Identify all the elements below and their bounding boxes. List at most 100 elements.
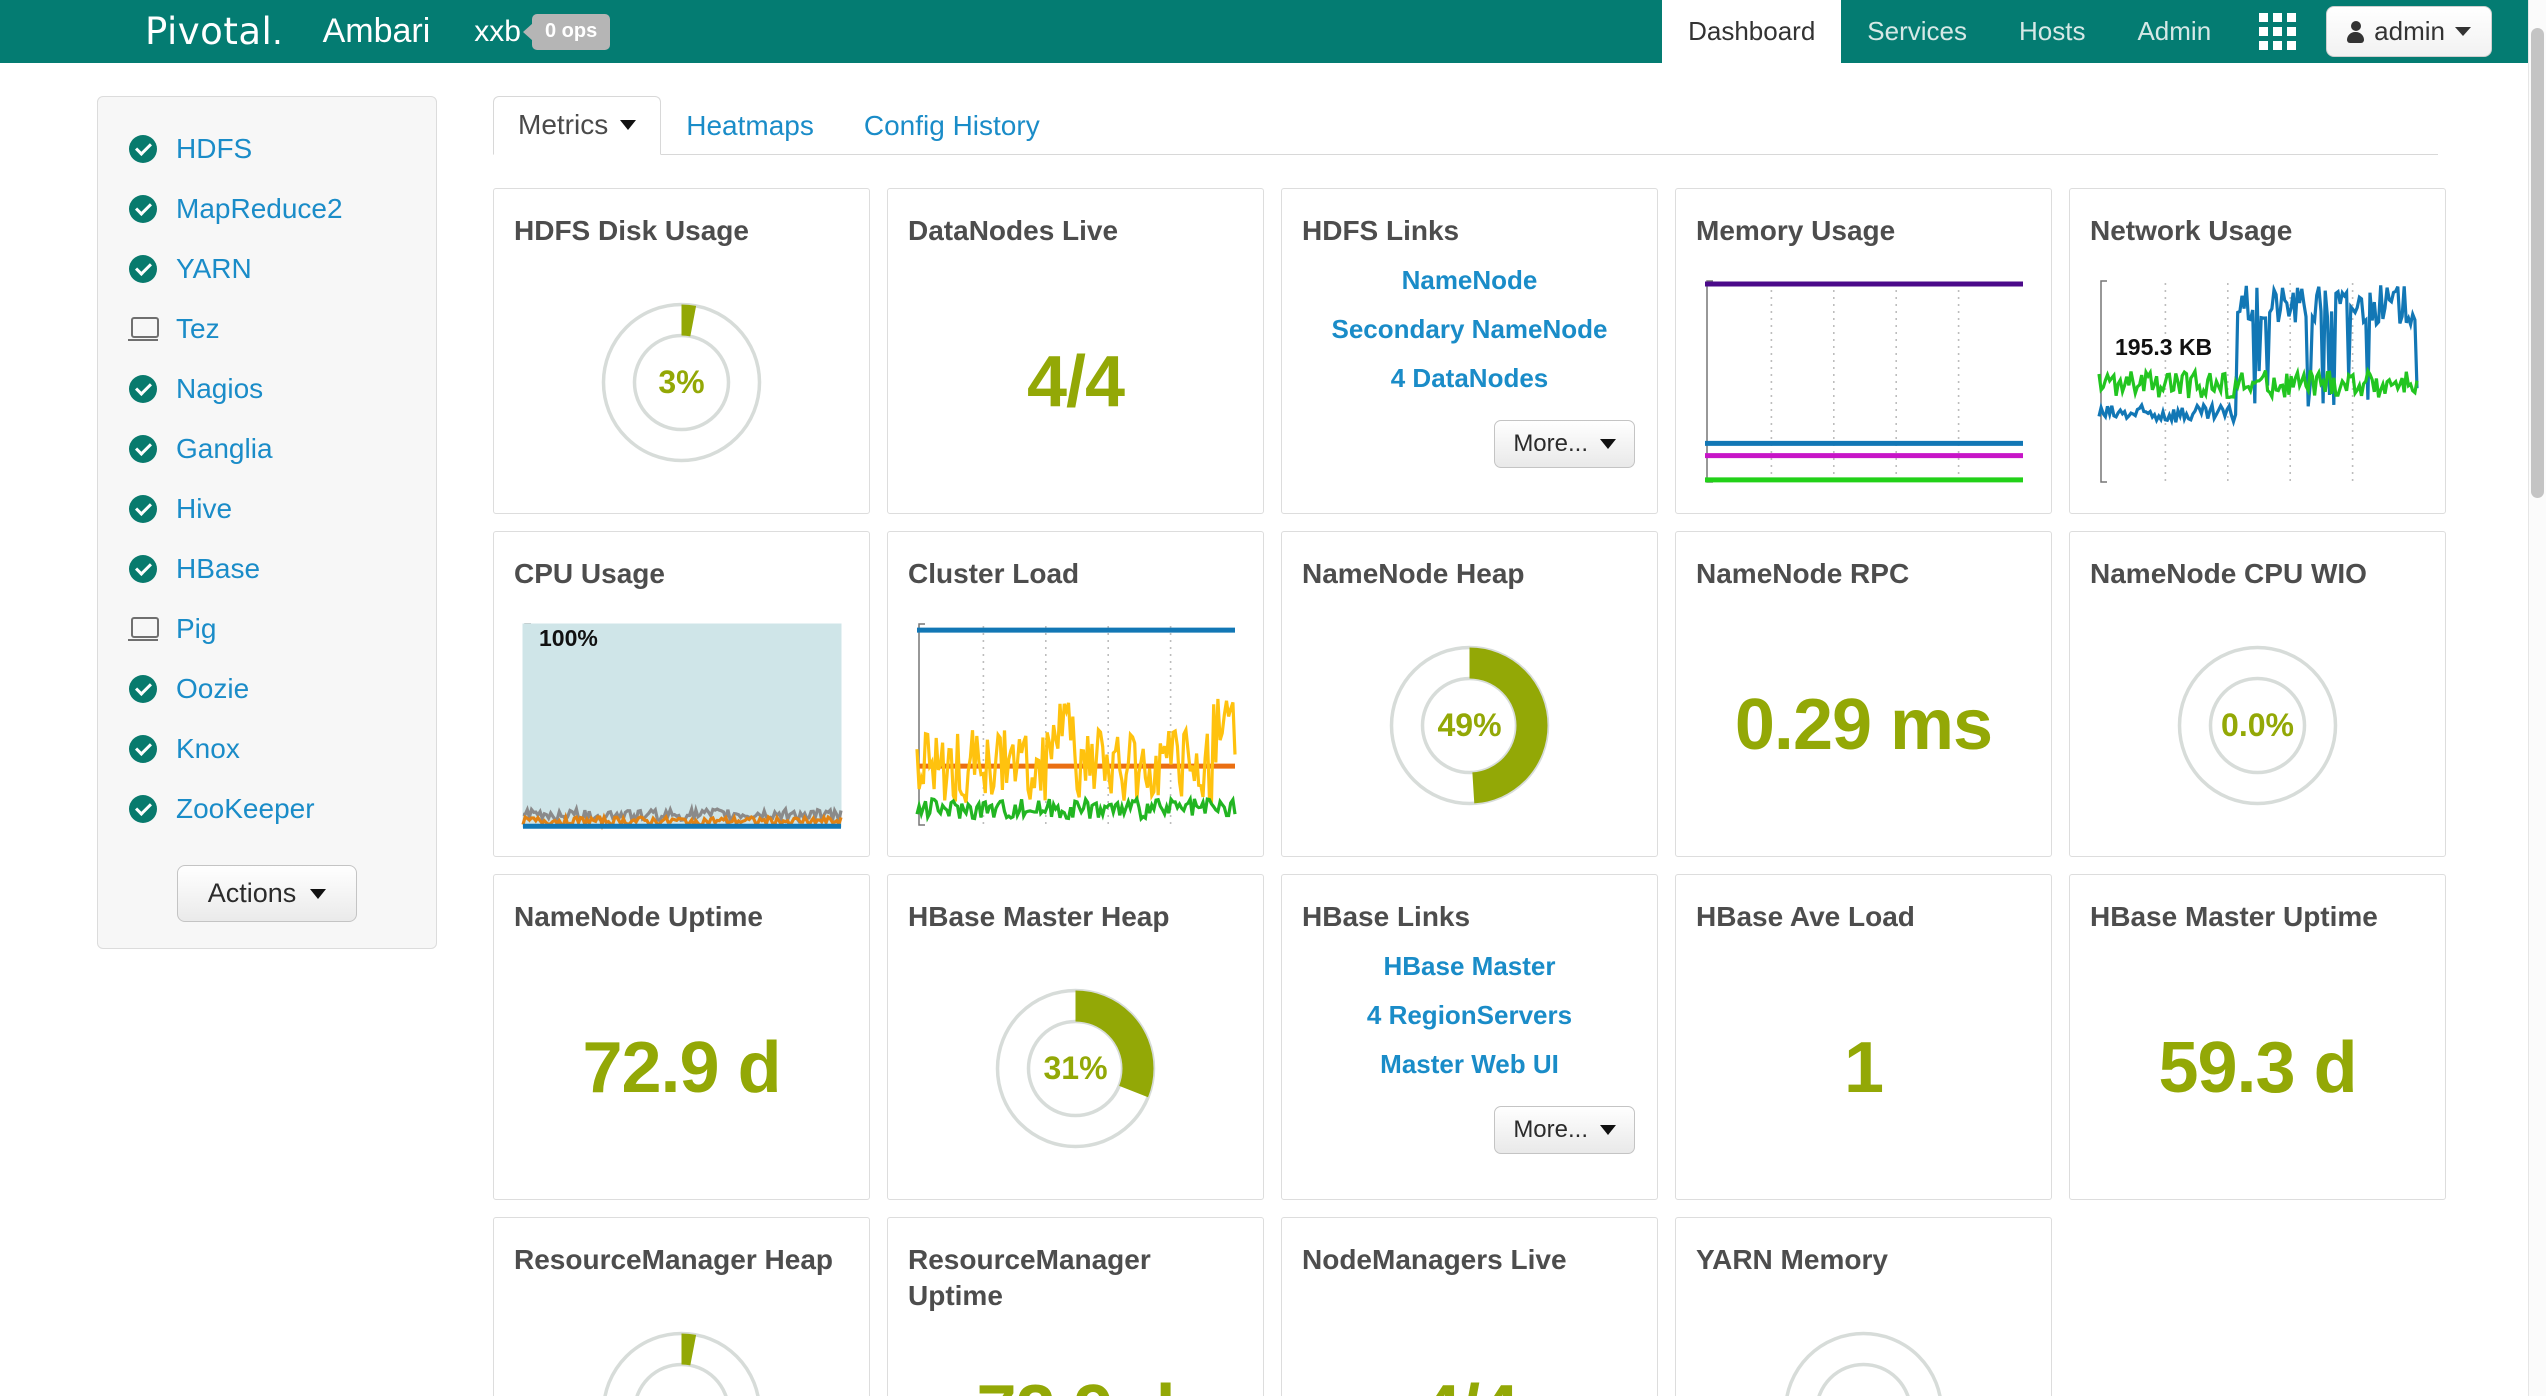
more-button[interactable]: More... bbox=[1494, 420, 1635, 468]
link-4-regionservers[interactable]: 4 RegionServers bbox=[1367, 1000, 1572, 1031]
user-menu-button[interactable]: admin bbox=[2326, 6, 2492, 57]
status-ok-icon bbox=[126, 255, 160, 283]
chart-2: 100% bbox=[520, 622, 843, 830]
nav-item-admin[interactable]: Admin bbox=[2111, 0, 2237, 63]
gauge-yarn-memory: 0% bbox=[1776, 1324, 1951, 1396]
nav-item-dashboard[interactable]: Dashboard bbox=[1662, 0, 1842, 63]
widget-body: HBase Master 4 RegionServers Master Web UI… bbox=[1282, 947, 1657, 1189]
actions-button[interactable]: Actions bbox=[176, 865, 358, 922]
check-circle-icon bbox=[129, 495, 157, 523]
link-namenode[interactable]: NameNode bbox=[1402, 265, 1538, 296]
nav-item-services[interactable]: Services bbox=[1841, 0, 1993, 63]
widget-title: CPU Usage bbox=[514, 558, 665, 589]
check-circle-icon bbox=[129, 375, 157, 403]
sidebar-item-hdfs[interactable]: HDFS bbox=[98, 119, 436, 179]
page-scrollbar[interactable] bbox=[2528, 0, 2546, 1396]
sidebar-item-pig[interactable]: Pig bbox=[98, 599, 436, 659]
sidebar-item-label: HBase bbox=[176, 553, 261, 584]
tab-metrics[interactable]: Metrics bbox=[493, 96, 662, 155]
widget-body: NameNode Secondary NameNode 4 DataNodes Mor… bbox=[1282, 261, 1657, 503]
widget-yarn-memory: YARN Memory 0% bbox=[1675, 1217, 2052, 1396]
link-master-web-ui[interactable]: Master Web UI bbox=[1380, 1049, 1559, 1080]
tab-heatmaps[interactable]: Heatmaps bbox=[661, 97, 839, 155]
check-circle-icon bbox=[129, 255, 157, 283]
gauge-value-label: 3% bbox=[658, 363, 705, 400]
monitor-icon bbox=[128, 617, 159, 641]
gauge-value-label: 3% bbox=[594, 1324, 769, 1396]
app-viewport: Pivotal . Ambari xxb 0 ops Dashboard Ser… bbox=[0, 0, 2546, 1396]
link-hbase-master[interactable]: HBase Master bbox=[1384, 951, 1556, 982]
services-sidebar: HDFS MapReduce2 YARN Tez Nagios Ganglia Hive HB… bbox=[97, 96, 437, 949]
sidebar-item-oozie[interactable]: Oozie bbox=[98, 659, 436, 719]
sidebar-item-label: Knox bbox=[176, 733, 240, 764]
widget-title: HBase Master Uptime bbox=[2090, 901, 2378, 932]
widget-namenode-heap: NameNode Heap 49% bbox=[1281, 531, 1658, 857]
widget-body: 1 bbox=[1676, 947, 2051, 1189]
widget-value: 0.29 ms bbox=[1734, 685, 1993, 765]
widget-title: ResourceManager Heap bbox=[514, 1244, 834, 1275]
widget-hbase-links: HBase Links HBase Master 4 RegionServers Ma… bbox=[1281, 874, 1658, 1200]
widget-title: Cluster Load bbox=[908, 558, 1080, 589]
top-navbar: Pivotal . Ambari xxb 0 ops Dashboard Ser… bbox=[0, 0, 2528, 63]
sidebar-item-zookeeper[interactable]: ZooKeeper bbox=[98, 779, 436, 839]
status-ok-icon bbox=[126, 195, 160, 223]
service-list: HDFS MapReduce2 YARN Tez Nagios Ganglia Hive HB… bbox=[98, 119, 436, 839]
grid-apps-icon[interactable] bbox=[2259, 13, 2297, 50]
widget-body: 100% bbox=[494, 604, 869, 846]
sidebar-item-hive[interactable]: Hive bbox=[98, 479, 436, 539]
chart-axis-label: 195.3 KB bbox=[2115, 334, 2212, 360]
pivotal-logo: Pivotal bbox=[145, 10, 273, 53]
widget-network-usage: Network Usage 195.3 KB bbox=[2069, 188, 2446, 514]
status-ok-icon bbox=[126, 375, 160, 403]
chevron-down-icon bbox=[1600, 1125, 1616, 1135]
widget-namenode-uptime: NameNode Uptime 72.9 d bbox=[493, 874, 870, 1200]
check-circle-icon bbox=[129, 675, 157, 703]
tab-config-history[interactable]: Config History bbox=[839, 97, 1065, 155]
widget-title: NameNode CPU WIO bbox=[2090, 558, 2367, 589]
gauge-namenode-heap: 49% bbox=[1382, 638, 1557, 813]
widget-title: HDFS Links bbox=[1302, 215, 1460, 246]
widget-namenode-cpu-wio: NameNode CPU WIO 0.0% bbox=[2069, 531, 2446, 857]
sidebar-item-mapreduce2[interactable]: MapReduce2 bbox=[98, 179, 436, 239]
widget-title: Memory Usage bbox=[1696, 215, 1896, 246]
sidebar-item-hbase[interactable]: HBase bbox=[98, 539, 436, 599]
widget-title: HBase Master Heap bbox=[908, 901, 1170, 932]
page-body: HDFS MapReduce2 YARN Tez Nagios Ganglia Hive HB… bbox=[0, 63, 2528, 1396]
gauge-value-label: 31% bbox=[1043, 1049, 1108, 1086]
gauge-value-label: 0.0% bbox=[2221, 706, 2294, 743]
sidebar-item-label: YARN bbox=[176, 253, 252, 284]
status-ok-icon bbox=[126, 135, 160, 163]
more-button[interactable]: More... bbox=[1494, 1106, 1635, 1154]
link-4-datanodes[interactable]: 4 DataNodes bbox=[1391, 363, 1549, 394]
sidebar-item-label: Oozie bbox=[176, 673, 250, 704]
widget-sparkline: 195.3 KB bbox=[2070, 261, 2445, 503]
widget-datanodes-live: DataNodes Live 4/4 bbox=[887, 188, 1264, 514]
status-client-icon bbox=[126, 317, 160, 341]
nav-item-hosts[interactable]: Hosts bbox=[1993, 0, 2111, 63]
monitor-icon bbox=[128, 317, 159, 341]
widget-cluster-load: Cluster Load bbox=[887, 531, 1264, 857]
sidebar-item-knox[interactable]: Knox bbox=[98, 719, 436, 779]
sidebar-item-ganglia[interactable]: Ganglia bbox=[98, 419, 436, 479]
widget-title: HBase Links bbox=[1302, 901, 1471, 932]
chart-axis-label: 100% bbox=[539, 625, 598, 651]
brand-group: Pivotal . Ambari xxb 0 ops bbox=[145, 10, 611, 53]
gauge-namenode-cpu-wio: 0.0% bbox=[2170, 638, 2345, 813]
check-circle-icon bbox=[129, 735, 157, 763]
sidebar-item-tez[interactable]: Tez bbox=[98, 299, 436, 359]
ops-badge[interactable]: 0 ops bbox=[531, 13, 611, 50]
widget-body bbox=[1676, 261, 2051, 503]
check-circle-icon bbox=[129, 435, 157, 463]
gauge-hdfs-disk-usage: 3% bbox=[594, 295, 769, 470]
cluster-name[interactable]: xxb bbox=[474, 15, 521, 49]
sidebar-item-label: Ganglia bbox=[176, 433, 273, 464]
widget-value: 72.9 d bbox=[582, 1028, 781, 1108]
sidebar-item-yarn[interactable]: YARN bbox=[98, 239, 436, 299]
widget-title: NameNode RPC bbox=[1696, 558, 1910, 589]
link-secondary-namenode[interactable]: Secondary NameNode bbox=[1332, 314, 1608, 345]
sidebar-item-nagios[interactable]: Nagios bbox=[98, 359, 436, 419]
app-name[interactable]: Ambari bbox=[323, 12, 431, 51]
widget-body: 3% bbox=[494, 1290, 869, 1396]
scrollbar-thumb[interactable] bbox=[2531, 28, 2544, 498]
status-client-icon bbox=[126, 617, 160, 641]
